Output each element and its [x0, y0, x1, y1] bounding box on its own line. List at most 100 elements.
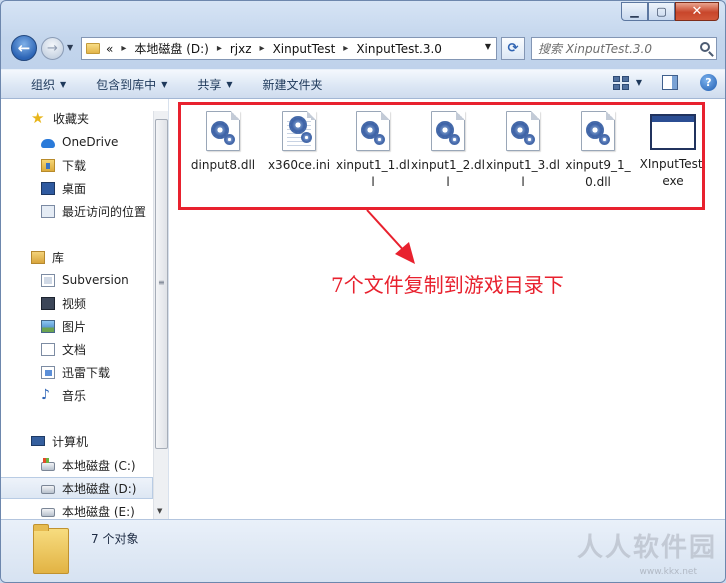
sidebar-item-label: 收藏夹 [53, 111, 90, 126]
breadcrumb-overflow[interactable]: « [106, 42, 113, 56]
new-folder-button[interactable]: 新建文件夹 [263, 76, 323, 93]
disk-icon [41, 508, 55, 517]
sidebar-item-label: 本地磁盘 (E:) [62, 504, 135, 519]
scroll-down-icon[interactable]: ▼ [157, 507, 162, 515]
breadcrumb: « ▸ 本地磁盘 (D:) ▸ rjxz ▸ XinputTest ▸ Xinp… [106, 40, 442, 57]
sidebar-item-pictures[interactable]: 图片 [1, 315, 153, 337]
sidebar-item-onedrive[interactable]: OneDrive [1, 131, 153, 153]
chevron-down-icon: ▼ [60, 79, 67, 89]
share-button[interactable]: 共享 ▼ [197, 76, 232, 93]
view-dropdown-icon[interactable]: ▼ [636, 78, 642, 87]
organize-label: 组织 [31, 77, 56, 92]
maximize-button[interactable]: ▢ [648, 2, 675, 21]
sidebar-item-music[interactable]: ♪ 音乐 [1, 384, 153, 406]
sidebar-item-thunder[interactable]: 迅雷下载 [1, 361, 153, 383]
sidebar-item-disk-d[interactable]: 本地磁盘 (D:) [1, 477, 153, 499]
watermark-logo: 人人软件园 [576, 533, 717, 563]
sidebar-item-documents[interactable]: 文档 [1, 338, 153, 360]
address-bar[interactable]: « ▸ 本地磁盘 (D:) ▸ rjxz ▸ XinputTest ▸ Xinp… [81, 37, 497, 60]
address-dropdown-icon[interactable]: ▼ [485, 42, 491, 51]
organize-button[interactable]: 组织 ▼ [31, 76, 66, 93]
video-icon [41, 296, 55, 310]
breadcrumb-rjxz[interactable]: rjxz [230, 42, 252, 56]
recent-places-icon [41, 204, 55, 218]
breadcrumb-xinputtest-3-0[interactable]: XinputTest.3.0 [356, 42, 442, 56]
breadcrumb-xinputtest[interactable]: XinputTest [273, 42, 336, 56]
grip-icon: ≡ [158, 278, 165, 287]
chevron-down-icon: ▼ [226, 79, 233, 89]
explorer-window: ▁ ▢ ✕ ← → ▼ « ▸ 本地磁盘 (D:) ▸ rjxz ▸ Xinpu… [0, 0, 726, 583]
sidebar-item-recent[interactable]: 最近访问的位置 [1, 200, 153, 222]
annotation-arrow-icon [366, 209, 415, 264]
help-button[interactable]: ? [700, 74, 717, 91]
breadcrumb-separator-icon: ▸ [259, 43, 265, 54]
thunder-download-icon [41, 365, 55, 379]
sidebar-item-label: 图片 [62, 319, 87, 334]
navigation-scrollbar[interactable]: ≡ ▼ [153, 111, 168, 519]
sidebar-item-computer[interactable]: 计算机 [1, 430, 153, 452]
breadcrumb-separator-icon: ▸ [216, 43, 222, 54]
desktop-icon [41, 181, 55, 195]
subversion-icon [41, 273, 55, 287]
picture-icon [41, 319, 55, 333]
star-icon: ★ [31, 108, 45, 127]
music-note-icon: ♪ [41, 386, 50, 403]
command-bar: 组织 ▼ 包含到库中 ▼ 共享 ▼ 新建文件夹 ▼ ? [1, 69, 725, 99]
sidebar-item-label: 视频 [62, 296, 87, 311]
refresh-icon: ⟳ [507, 41, 519, 56]
minimize-button[interactable]: ▁ [621, 2, 648, 21]
refresh-button[interactable]: ⟳ [501, 37, 525, 60]
file-list: dinput8.dll x360ce.ini xinput1_1.dll xin… [169, 99, 725, 519]
document-icon [41, 342, 55, 356]
caption-buttons: ▁ ▢ ✕ [621, 2, 719, 21]
library-icon [31, 250, 45, 264]
sidebar-item-label: Subversion [62, 273, 129, 287]
sidebar-item-disk-c[interactable]: 本地磁盘 (C:) [1, 454, 153, 476]
sidebar-item-label: 计算机 [52, 434, 89, 449]
sidebar-item-subversion[interactable]: Subversion [1, 269, 153, 291]
navigation-pane: ★ 收藏夹 OneDrive 下载 桌面 最近访问的位置 库 Subversion… [1, 99, 169, 519]
sidebar-item-libraries[interactable]: 库 [1, 246, 153, 268]
search-icon[interactable] [700, 42, 710, 52]
sidebar-item-favorites[interactable]: ★ 收藏夹 [1, 107, 153, 129]
toolbar-right: ▼ ? [612, 74, 717, 91]
preview-pane-icon[interactable] [662, 75, 678, 90]
navigation-row: ← → ▼ « ▸ 本地磁盘 (D:) ▸ rjxz ▸ XinputTest … [11, 35, 717, 63]
folder-icon [33, 524, 69, 574]
cloud-icon [41, 138, 55, 148]
sidebar-item-label: OneDrive [62, 135, 119, 149]
main-area: ★ 收藏夹 OneDrive 下载 桌面 最近访问的位置 库 Subversion… [1, 99, 725, 519]
search-box [531, 37, 717, 60]
sidebar-item-label: 文档 [62, 342, 87, 357]
sidebar-item-desktop[interactable]: 桌面 [1, 177, 153, 199]
include-library-label: 包含到库中 [96, 77, 157, 92]
watermark-url: www.kkx.net [639, 567, 698, 577]
disk-icon [41, 485, 55, 494]
system-disk-icon [41, 458, 55, 471]
breadcrumb-separator-icon: ▸ [343, 43, 349, 54]
breadcrumb-disk-d[interactable]: 本地磁盘 (D:) [134, 40, 208, 57]
sidebar-item-label: 音乐 [62, 388, 87, 403]
share-label: 共享 [197, 77, 222, 92]
history-dropdown-icon[interactable]: ▼ [67, 43, 73, 52]
sidebar-item-videos[interactable]: 视频 [1, 292, 153, 314]
sidebar-item-label: 库 [52, 250, 65, 265]
sidebar-item-label: 下载 [62, 158, 87, 173]
sidebar-item-downloads[interactable]: 下载 [1, 154, 153, 176]
include-library-button[interactable]: 包含到库中 ▼ [96, 76, 167, 93]
download-folder-icon [41, 158, 55, 172]
folder-icon [86, 43, 100, 54]
arrow-left-icon: ← [17, 39, 31, 57]
sidebar-item-disk-e[interactable]: 本地磁盘 (E:) [1, 500, 153, 519]
sidebar-item-label: 迅雷下载 [62, 365, 111, 380]
forward-button[interactable]: → [41, 37, 64, 60]
sidebar-item-label: 本地磁盘 (C:) [62, 458, 136, 473]
close-button[interactable]: ✕ [675, 2, 719, 21]
arrow-right-icon: → [47, 41, 58, 56]
view-options-icon[interactable] [612, 75, 630, 91]
sidebar-item-label: 最近访问的位置 [62, 204, 147, 219]
annotation-highlight-box [178, 102, 705, 210]
search-input[interactable] [538, 41, 688, 56]
breadcrumb-separator-icon: ▸ [121, 43, 127, 54]
back-button[interactable]: ← [11, 35, 37, 61]
